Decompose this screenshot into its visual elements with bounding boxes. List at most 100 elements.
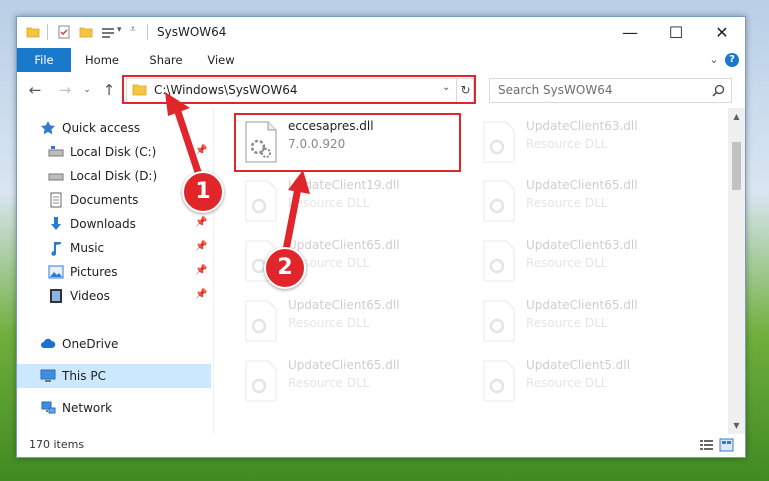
ribbon-tabs: File Home Share View ⌄ ? — [17, 48, 745, 73]
help-icon[interactable]: ? — [725, 53, 739, 67]
forward-button[interactable]: → — [55, 80, 75, 100]
sidebar-item-label: Local Disk (C:) — [70, 145, 157, 159]
expand-ribbon-icon[interactable]: ⌄ — [707, 53, 721, 67]
tab-share[interactable]: Share — [141, 48, 191, 72]
sidebar-item-label: OneDrive — [62, 337, 119, 351]
sidebar-item-local-disk-c[interactable]: Local Disk (C:) 📌 — [17, 140, 211, 164]
search-icon[interactable] — [712, 84, 725, 97]
file-name: UpdateClient65.dll — [288, 358, 400, 372]
file-item[interactable]: UpdateClient65.dll Resource DLL — [476, 294, 708, 350]
file-list: eccesapres.dll 7.0.0.920 UpdateClient19.… — [214, 108, 728, 434]
sidebar-item-label: This PC — [62, 369, 106, 383]
window-title: SysWOW64 — [157, 25, 227, 39]
dll-file-icon — [245, 240, 277, 282]
tab-view[interactable]: View — [199, 48, 243, 72]
search-box[interactable]: Search SysWOW64 — [489, 78, 732, 103]
sidebar-item-label: Network — [62, 401, 113, 415]
close-button[interactable]: ✕ — [699, 17, 745, 48]
dll-file-icon — [483, 240, 515, 282]
file-item[interactable]: UpdateClient5.dll Resource DLL — [476, 354, 708, 410]
file-item[interactable]: UpdateClient63.dll Resource DLL — [476, 234, 708, 290]
folder-icon[interactable] — [26, 25, 40, 39]
file-name: UpdateClient63.dll — [526, 238, 638, 252]
file-name: UpdateClient65.dll — [526, 178, 638, 192]
pin-icon: 📌 — [195, 145, 208, 156]
address-row: ← → ⌄ ↑ C:\Windows\SysWOW64 ⌄ ↻ Search S… — [17, 72, 745, 108]
title-bar: ▾ ⩡ SysWOW64 — ☐ ✕ — [17, 17, 745, 48]
dll-file-icon — [245, 121, 277, 163]
file-item[interactable]: UpdateClient65.dll Resource DLL — [238, 294, 470, 350]
title-separator — [47, 24, 48, 40]
dll-file-icon — [483, 360, 515, 402]
file-item[interactable]: UpdateClient65.dll Resource DLL — [476, 174, 708, 230]
details-view-icon[interactable] — [699, 438, 714, 452]
address-bar[interactable]: C:\Windows\SysWOW64 ⌄ ↻ — [126, 78, 474, 103]
file-description: Resource DLL — [288, 196, 370, 210]
address-path: C:\Windows\SysWOW64 — [154, 83, 298, 97]
dll-file-icon — [245, 180, 277, 222]
quick-access-dropdown-icon[interactable]: ▾ — [117, 25, 122, 35]
sidebar-item-local-disk-d[interactable]: Local Disk (D:) — [17, 164, 211, 188]
dll-file-icon — [245, 360, 277, 402]
properties-icon[interactable] — [57, 25, 71, 39]
dll-file-icon — [245, 300, 277, 342]
minimize-button[interactable]: — — [607, 17, 653, 48]
scroll-thumb[interactable] — [732, 142, 741, 190]
recent-locations-button[interactable]: ⌄ — [77, 80, 97, 100]
file-item-eccesapres-dll[interactable]: eccesapres.dll 7.0.0.920 — [238, 115, 470, 171]
up-button[interactable]: ↑ — [99, 80, 119, 100]
sidebar-item-network[interactable]: Network — [17, 396, 211, 420]
file-item[interactable]: UpdateClient63.dll Resource DLL — [476, 115, 708, 171]
sidebar-item-label: Videos — [70, 289, 110, 303]
sidebar-item-music[interactable]: Music 📌 — [17, 236, 211, 260]
sidebar-item-documents[interactable]: Documents 📌 — [17, 188, 211, 212]
file-item[interactable]: UpdateClient65.dll Resource DLL — [238, 234, 470, 290]
large-icons-view-icon[interactable] — [719, 438, 734, 452]
sidebar-item-this-pc[interactable]: This PC — [17, 364, 211, 388]
search-placeholder: Search SysWOW64 — [498, 83, 613, 97]
network-icon — [41, 401, 56, 414]
rename-icon[interactable] — [101, 25, 115, 39]
new-folder-icon[interactable] — [79, 25, 93, 39]
file-name: eccesapres.dll — [288, 119, 374, 133]
music-icon — [51, 242, 61, 256]
tab-home[interactable]: Home — [75, 48, 129, 72]
sidebar-item-label: Downloads — [70, 217, 136, 231]
back-button[interactable]: ← — [25, 80, 45, 100]
title-separator — [147, 24, 148, 40]
sidebar-item-quick-access[interactable]: Quick access — [17, 116, 211, 140]
pin-icon: 📌 — [195, 241, 208, 252]
sidebar-item-label: Music — [70, 241, 105, 255]
file-description: Resource DLL — [526, 376, 608, 390]
sidebar-item-label: Pictures — [70, 265, 118, 279]
pin-icon: 📌 — [195, 265, 208, 276]
sidebar-item-onedrive[interactable]: OneDrive — [17, 332, 211, 356]
file-description: Resource DLL — [526, 316, 608, 330]
pictures-icon — [48, 265, 64, 279]
sidebar-item-downloads[interactable]: Downloads 📌 — [17, 212, 211, 236]
sidebar-item-pictures[interactable]: Pictures 📌 — [17, 260, 211, 284]
computer-icon — [40, 369, 56, 382]
tab-file[interactable]: File — [17, 48, 71, 72]
sidebar-item-label: Local Disk (D:) — [70, 169, 158, 183]
scroll-up-icon[interactable]: ▲ — [728, 108, 745, 125]
status-bar: 170 items — [17, 434, 745, 457]
file-item[interactable]: UpdateClient19.dll Resource DLL — [238, 174, 470, 230]
file-name: UpdateClient65.dll — [526, 298, 638, 312]
file-version: 7.0.0.920 — [288, 137, 346, 151]
drive-icon — [48, 173, 64, 181]
file-item[interactable]: UpdateClient65.dll Resource DLL — [238, 354, 470, 410]
address-dropdown-icon[interactable]: ⌄ — [442, 82, 450, 93]
maximize-button[interactable]: ☐ — [653, 17, 699, 48]
refresh-button[interactable]: ↻ — [456, 79, 474, 102]
customize-toolbar-icon[interactable]: ⩡ — [130, 24, 136, 35]
sidebar-item-label: Documents — [70, 193, 139, 207]
vertical-scrollbar[interactable]: ▲ ▼ — [728, 108, 745, 434]
file-description: Resource DLL — [288, 316, 370, 330]
sidebar-item-videos[interactable]: Videos 📌 — [17, 284, 211, 308]
videos-icon — [50, 289, 62, 303]
scroll-down-icon[interactable]: ▼ — [728, 417, 745, 434]
folder-icon — [132, 84, 147, 96]
file-name: UpdateClient63.dll — [526, 119, 638, 133]
drive-icon — [48, 146, 64, 157]
